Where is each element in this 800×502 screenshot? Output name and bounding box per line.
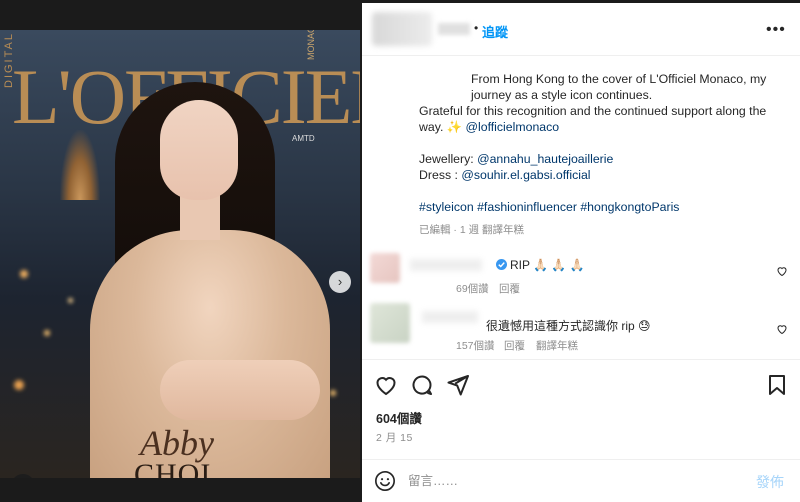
avatar[interactable] — [370, 303, 410, 343]
cover-name-caps: CHOI — [134, 458, 212, 478]
comment-input[interactable] — [408, 471, 728, 491]
post-date: 2 月 15 — [376, 432, 413, 444]
send-icon[interactable] — [446, 373, 470, 397]
heart-icon[interactable] — [776, 323, 788, 335]
magazine-edition: MONACO — [306, 30, 316, 60]
username-blurred[interactable] — [438, 23, 470, 35]
comment-text: RIP 🙏🏻 🙏🏻 🙏🏻 — [510, 258, 585, 272]
heart-icon[interactable] — [374, 373, 398, 397]
separator-dot: • — [474, 21, 479, 35]
comment-text: 很遺憾用這種方式認識你 rip 😓 — [486, 319, 651, 333]
cover-model-arm — [160, 360, 320, 420]
caption-line: Dress : @souhir.el.gabsi.official — [419, 167, 789, 183]
caption-line: Jewellery: @annahu_hautejoaillerie — [419, 151, 789, 167]
caption-line: From Hong Kong to the cover of L'Officie… — [471, 72, 767, 102]
post-comment-button[interactable]: 發佈 — [756, 472, 784, 492]
likes-count[interactable]: 604個讚 — [376, 408, 422, 427]
mention-link[interactable]: @souhir.el.gabsi.official — [461, 168, 590, 182]
avatar[interactable] — [372, 12, 432, 46]
emoji-icon[interactable] — [374, 470, 396, 492]
hashtags[interactable]: #styleicon #fashioninfluencer #hongkongt… — [419, 199, 789, 215]
instagram-post-window: L'OFFICIEL DIGITAL MONACO AMTD Abby CHOI… — [0, 0, 800, 502]
comment-icon[interactable] — [410, 373, 434, 397]
magazine-sponsor: AMTD — [292, 134, 315, 143]
follow-button[interactable]: 追蹤 — [482, 22, 508, 41]
caption-meta: 已編輯 · 1 週 翻譯年糕 — [419, 224, 525, 236]
cover-model-face — [160, 100, 238, 200]
reply-button[interactable]: 回覆 — [504, 338, 525, 353]
mention-link[interactable]: @lofficielmonaco — [466, 120, 560, 134]
eiffel-tower-graphic — [60, 130, 100, 200]
username-blurred[interactable] — [422, 311, 478, 323]
caption-text: Dress : — [419, 168, 462, 182]
comment-likes[interactable]: 69個讚 — [456, 281, 489, 296]
post-header: • 追蹤 ••• — [362, 3, 800, 56]
comment-likes[interactable]: 157個讚 — [456, 338, 495, 353]
verified-icon — [496, 259, 507, 270]
username-blurred[interactable] — [410, 259, 482, 271]
heart-icon[interactable] — [776, 265, 788, 277]
post-caption: From Hong Kong to the cover of L'Officie… — [419, 71, 789, 215]
more-horizontal-icon[interactable]: ••• — [766, 21, 786, 39]
avatar[interactable] — [370, 253, 400, 283]
chevron-right-icon[interactable]: › — [329, 271, 351, 293]
action-bar-divider — [362, 359, 800, 360]
caption-line: Grateful for this recognition and the co… — [419, 103, 789, 135]
bookmark-icon[interactable] — [765, 373, 789, 397]
magazine-side-label: DIGITAL — [3, 32, 15, 88]
mention-link[interactable]: @annahu_hautejoaillerie — [477, 152, 613, 166]
reply-button[interactable]: 回覆 — [499, 281, 520, 296]
post-image[interactable]: L'OFFICIEL DIGITAL MONACO AMTD Abby CHOI… — [0, 30, 360, 478]
user-tag-icon[interactable] — [11, 474, 35, 478]
post-sidebar: • 追蹤 ••• From Hong Kong to the cover of … — [362, 3, 800, 502]
caption-text: Jewellery: — [419, 152, 478, 166]
translate-button[interactable]: 翻譯年糕 — [536, 338, 578, 353]
comment-composer: 發佈 — [362, 459, 800, 502]
